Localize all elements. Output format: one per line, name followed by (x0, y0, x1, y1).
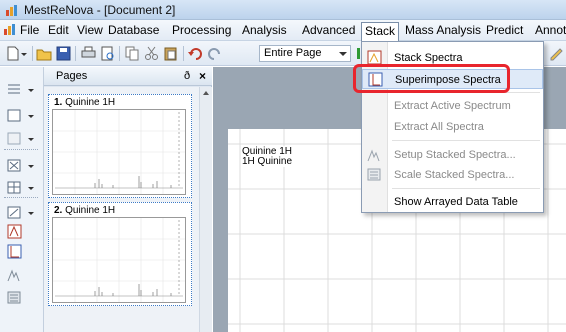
setup-stacked-icon[interactable] (4, 267, 36, 285)
zoom-page-select-value: Entire Page (264, 47, 322, 59)
title-bar: MestReNova - [Document 2] (0, 0, 566, 20)
menu-advanced[interactable]: Advanced (300, 23, 357, 39)
stack-spectra-icon[interactable] (4, 223, 36, 241)
menu-item-label: Extract All Spectra (394, 121, 484, 133)
toolbar-separator (183, 46, 184, 61)
annotation-tool-icon[interactable] (548, 45, 565, 62)
grid-view-icon[interactable] (4, 130, 36, 148)
menu-processing[interactable]: Processing (170, 23, 233, 39)
pages-panel-header: Pages ð × (44, 67, 212, 86)
menu-database[interactable]: Database (106, 23, 161, 39)
paste-icon[interactable] (162, 45, 179, 62)
document-menu-icon[interactable] (3, 24, 16, 36)
close-icon[interactable]: × (199, 69, 206, 83)
zoom-page-select[interactable]: Entire Page (259, 45, 351, 62)
align-view-icon[interactable] (4, 107, 36, 125)
cut-icon[interactable] (143, 45, 160, 62)
superimpose-icon[interactable] (4, 243, 36, 261)
print-icon[interactable] (80, 45, 97, 62)
pin-icon[interactable]: ð (184, 70, 190, 82)
open-folder-icon[interactable] (36, 45, 53, 62)
menu-separator (392, 140, 540, 141)
setup-stacked-icon (367, 149, 380, 162)
menu-item-label: Setup Stacked Spectra... (394, 149, 516, 161)
pages-panel-title: Pages (56, 70, 88, 82)
menu-annotation[interactable]: Annot (533, 23, 566, 39)
window-title: MestReNova - [Document 2] (24, 3, 176, 17)
menu-item-setup-stacked-spectra[interactable]: Setup Stacked Spectra... (362, 145, 543, 165)
new-document-icon[interactable] (4, 45, 21, 62)
highlight-annotation-box (353, 64, 510, 93)
page-thumbnail-1[interactable]: 1. Quinine 1H (48, 94, 192, 198)
toolbar-divider (4, 149, 38, 150)
print-preview-icon[interactable] (99, 45, 116, 62)
toolbar-separator (119, 46, 120, 61)
menu-analysis[interactable]: Analysis (240, 23, 289, 39)
menu-predict[interactable]: Predict (484, 23, 525, 39)
zoom-region-icon[interactable] (4, 157, 36, 175)
toolbar-divider (4, 197, 38, 198)
app-logo-icon (6, 5, 17, 16)
page-thumbnail-label: 1. Quinine 1H (54, 97, 116, 108)
menu-item-label: Stack Spectra (394, 52, 463, 64)
menu-mass-analysis[interactable]: Mass Analysis (403, 23, 483, 39)
menu-item-extract-active-spectrum[interactable]: Extract Active Spectrum (362, 96, 543, 116)
menu-item-label: Scale Stacked Spectra... (394, 169, 515, 181)
page-thumbnail-preview (52, 217, 186, 303)
table-view-icon[interactable] (4, 179, 36, 197)
page-thumbnail-preview (52, 109, 186, 195)
pages-panel: Pages ð × 1. Quinine 1H 2. Quinine 1H (44, 67, 212, 332)
toolbar-separator (75, 46, 76, 61)
menu-item-show-arrayed-data-table[interactable]: Show Arrayed Data Table (362, 192, 543, 212)
fit-view-icon[interactable] (4, 204, 36, 222)
save-icon[interactable] (55, 45, 72, 62)
pages-scrollbar[interactable] (199, 87, 212, 332)
menu-stack[interactable]: Stack (361, 22, 400, 41)
toolbar-separator (32, 46, 33, 61)
menu-edit[interactable]: Edit (46, 23, 71, 39)
undo-icon[interactable] (187, 45, 204, 62)
chevron-down-icon (339, 52, 347, 56)
page-thumbnail-label: 2. Quinine 1H (54, 205, 116, 216)
menu-view[interactable]: View (75, 23, 105, 39)
menu-item-label: Extract Active Spectrum (394, 100, 511, 112)
menu-separator (392, 188, 540, 189)
spectrum-thumbnail (53, 218, 185, 302)
scale-stacked-icon (367, 168, 381, 181)
spectrum-thumbnail (53, 110, 185, 194)
menu-file[interactable]: File (18, 23, 41, 39)
scroll-up-icon[interactable] (203, 91, 209, 95)
page-list: 1. Quinine 1H 2. Quinine 1H (44, 87, 199, 332)
menu-item-scale-stacked-spectra[interactable]: Scale Stacked Spectra... (362, 165, 543, 185)
menu-item-label: Show Arrayed Data Table (394, 196, 518, 208)
left-toolbar (0, 67, 44, 332)
scale-stacked-icon[interactable] (4, 289, 36, 307)
menu-item-extract-all-spectra[interactable]: Extract All Spectra (362, 117, 543, 137)
list-view-icon[interactable] (4, 81, 36, 99)
spectrum-title-line2: 1H Quinine (242, 156, 293, 167)
page-thumbnail-2[interactable]: 2. Quinine 1H (48, 202, 192, 306)
copy-icon[interactable] (124, 45, 141, 62)
menu-bar: File Edit View Database Processing Analy… (0, 20, 566, 41)
new-dropdown-icon[interactable] (20, 45, 28, 62)
redo-icon[interactable] (206, 45, 223, 62)
